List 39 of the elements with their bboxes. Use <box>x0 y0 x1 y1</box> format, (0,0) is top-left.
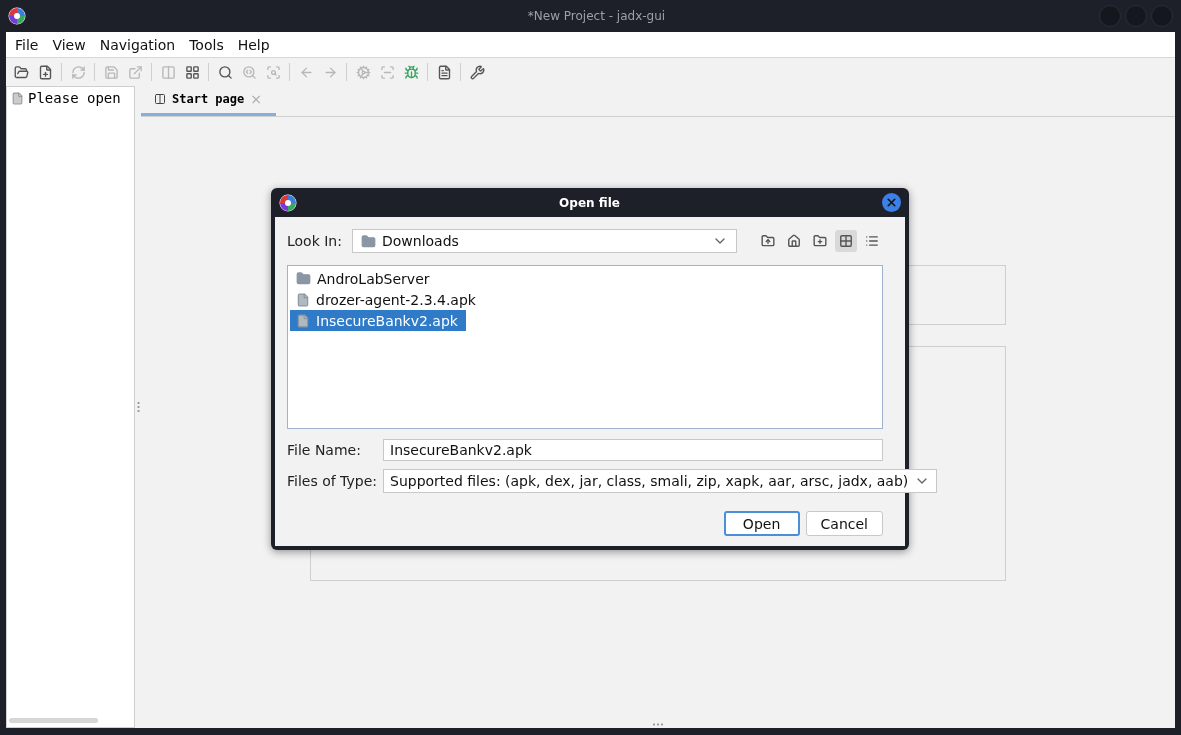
file-name-label: File Name: <box>287 442 362 458</box>
menu-item[interactable]: Tools <box>182 36 231 53</box>
file-name: AndroLabServer <box>317 270 430 287</box>
look-in-value: Downloads <box>381 233 459 249</box>
close-icon <box>885 196 898 209</box>
file-type-combo[interactable]: Supported files: (apk, dex, jar, class, smali, zip, xapk, aar, arsc, jadx, aab) <box>383 469 938 493</box>
file-icon <box>11 91 24 105</box>
splitter-grip-icon[interactable] <box>652 723 664 726</box>
file-name: drozer-agent-2.3.4.apk <box>316 291 476 308</box>
dialog-title: Open file <box>558 195 621 210</box>
scrollbar-thumb[interactable] <box>9 718 98 723</box>
file-list-row[interactable]: InsecureBankv2.apk <box>290 310 466 331</box>
menu-item[interactable]: File <box>8 36 46 53</box>
file-icon <box>296 292 310 307</box>
look-in-combo[interactable]: Downloads <box>351 229 737 253</box>
file-name-field[interactable]: InsecureBankv2.apk <box>383 439 883 461</box>
window-title: *New Project - jadx-gui <box>526 9 667 23</box>
menu-item[interactable]: Help <box>230 36 277 53</box>
splitter-grip-icon[interactable] <box>136 401 140 413</box>
app-logo-icon <box>8 7 26 25</box>
tree-item[interactable]: Please open <box>7 87 134 109</box>
file-type-value: Supported files: (apk, dex, jar, class, smali, zip, xapk, aar, arsc, jadx, aab) <box>390 473 909 489</box>
dialog-button[interactable]: Open <box>723 511 800 536</box>
folder-icon <box>296 271 311 286</box>
dialog-button[interactable]: Cancel <box>805 511 883 536</box>
editor-tab[interactable]: Start page × <box>141 91 276 116</box>
close-button[interactable] <box>882 193 901 212</box>
file-name: InsecureBankv2.apk <box>316 312 458 329</box>
menu-item[interactable]: View <box>45 36 93 53</box>
list-view-icon[interactable] <box>835 230 857 252</box>
look-in-label: Look In: <box>287 233 342 249</box>
file-icon <box>296 313 310 328</box>
tree-item-label: Please open <box>28 90 121 106</box>
page-icon <box>154 93 166 105</box>
menu-item[interactable]: Navigation <box>92 36 183 53</box>
file-list-row[interactable]: drozer-agent-2.3.4.apk <box>290 289 484 310</box>
file-list-row[interactable]: AndroLabServer <box>290 268 438 289</box>
folder-icon <box>360 233 376 249</box>
app-logo-icon <box>279 193 297 212</box>
